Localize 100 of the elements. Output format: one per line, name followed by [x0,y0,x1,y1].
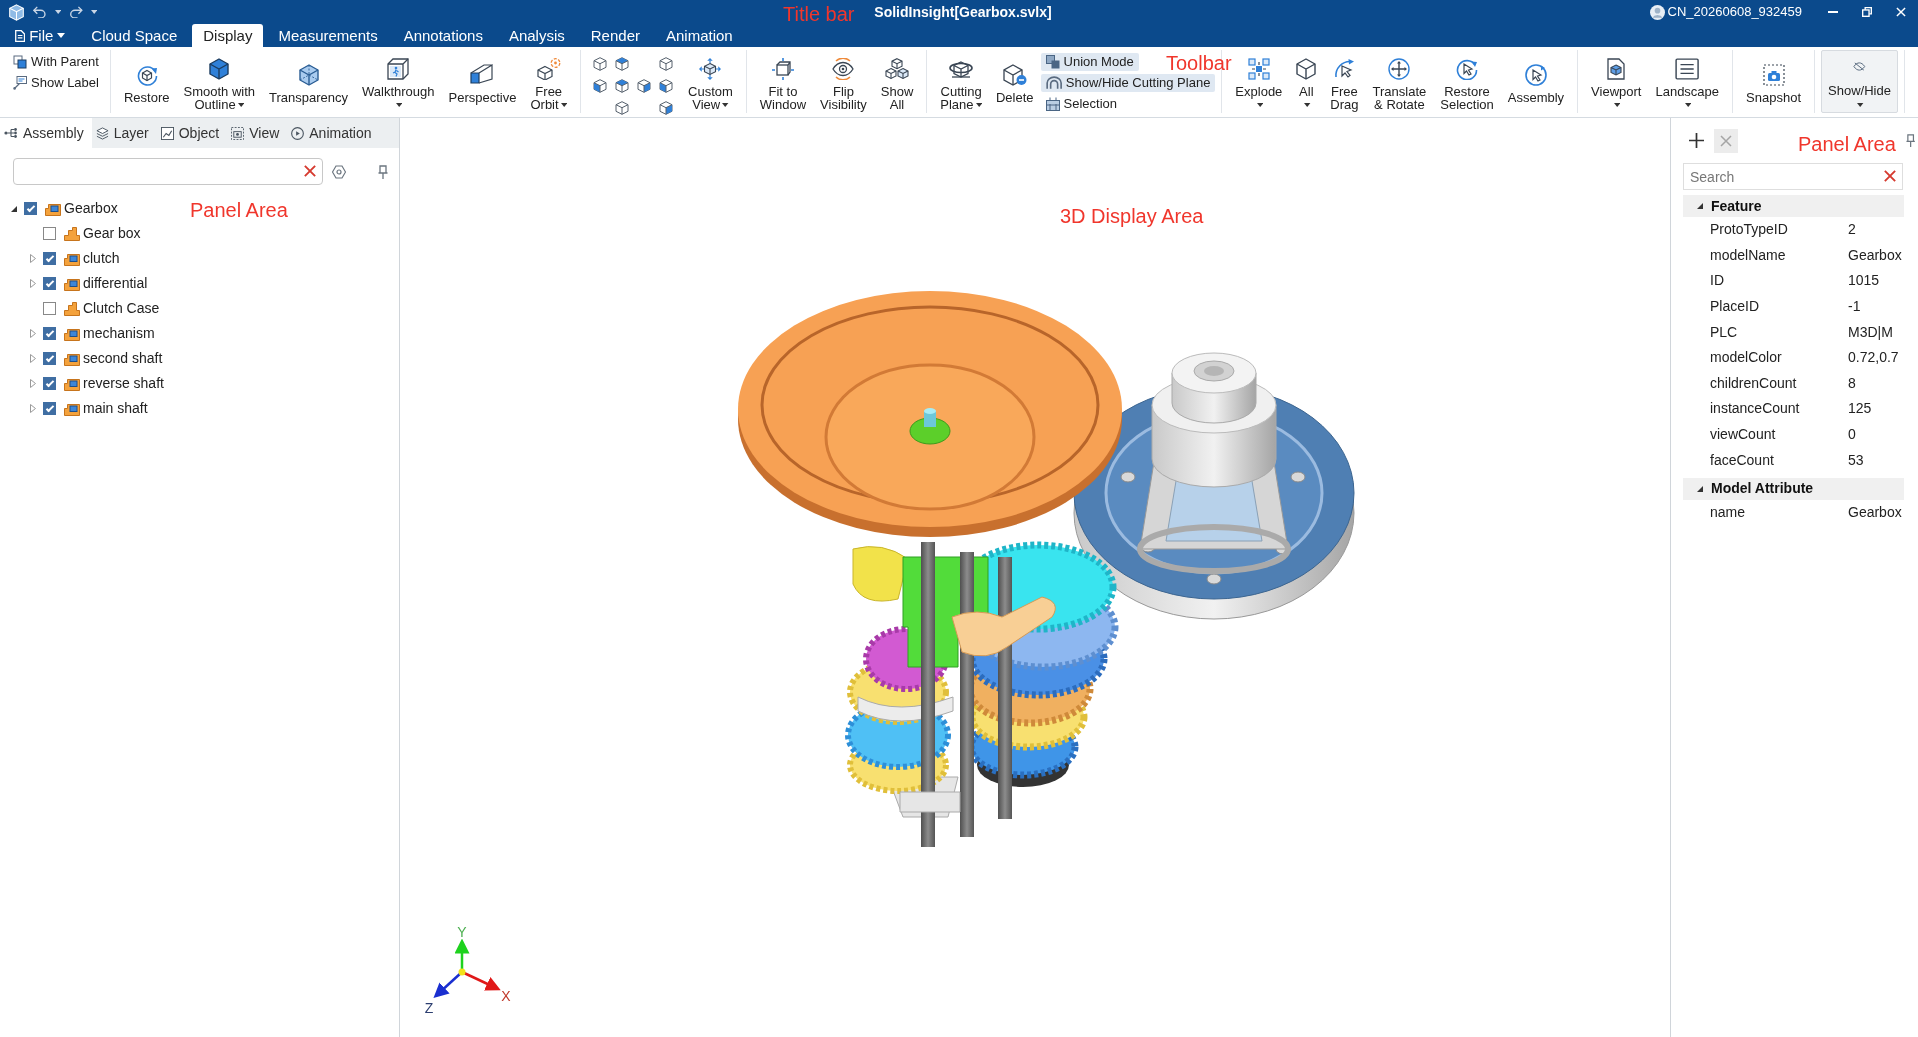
ribbon-tab[interactable]: Annotations [392,24,494,47]
tree-item-label[interactable]: Clutch Case [83,298,160,319]
view-cube-icon[interactable] [637,79,651,93]
assembly-icon [64,376,80,391]
tree-item-label[interactable]: differential [83,273,148,294]
expand-arrow-icon[interactable] [30,379,36,388]
file-menu[interactable]: File [4,24,77,47]
toolbar-button[interactable]: Landscape [1648,50,1727,113]
property-value: 0.72,0.7 [1848,348,1899,368]
expand-arrow-icon[interactable] [30,254,36,263]
ribbon-tab[interactable]: Render [579,24,651,47]
caret-icon[interactable] [54,10,62,14]
search-field[interactable] [13,158,323,185]
view-cube-icon[interactable] [593,57,607,71]
ribbon-tab[interactable]: Cloud Space [80,24,189,47]
toolbar-button[interactable]: Free Orbit [523,50,574,113]
checkbox[interactable] [43,277,56,290]
toolbar-button[interactable]: Custom View [681,50,740,113]
ribbon-tab[interactable]: Display [192,24,264,47]
toolbar-button[interactable]: Perspective [441,50,524,113]
toolbar-button[interactable]: With Parent [8,53,104,71]
app-logo-icon[interactable] [8,3,25,21]
toolbar-button[interactable]: Delete [988,50,1041,113]
pin-icon[interactable] [378,164,388,179]
property-name: name [1709,503,1747,523]
collapse-arrow-icon[interactable] [11,205,17,212]
checkbox[interactable] [24,202,37,215]
checkbox[interactable] [43,352,56,365]
toolbar-button[interactable]: Assembly [1500,50,1572,113]
pin-icon[interactable] [1905,134,1915,147]
toolbar-button[interactable]: Viewport [1584,50,1649,113]
add-icon[interactable] [1689,133,1704,148]
toolbar-button[interactable]: Union Mode [1040,53,1139,71]
checkbox[interactable] [43,227,56,240]
toolbar-button[interactable]: All [1289,50,1324,113]
toolbar-button[interactable]: Restore [116,50,177,113]
tree-item-label[interactable]: reverse shaft [83,373,164,394]
checkbox[interactable] [43,402,56,415]
toolbar-button[interactable]: Show/Hide Cutting Plane [1040,74,1216,92]
toolbar-button[interactable]: Show Label [8,74,104,92]
tree-item-label[interactable]: mechanism [83,323,155,344]
toolbar-button[interactable]: Show All [873,50,921,113]
ribbon-tab[interactable]: Animation [654,24,744,47]
property-name: ID [1709,271,1725,291]
annotation-label: Toolbar [1166,53,1232,73]
toolbar-button[interactable]: Cutting Plane [933,50,989,113]
view-cube-icon[interactable] [659,101,673,115]
panel-tab[interactable]: Assembly [0,118,92,148]
ribbon-tab[interactable]: Measurements [267,24,389,47]
toolbar-button[interactable]: Translate & Rotate [1365,50,1434,113]
hexagon-icon[interactable] [332,164,346,179]
panel-tab[interactable]: Object [156,118,228,148]
tree-item-label[interactable]: Gearbox [64,198,118,219]
toolbar-button[interactable]: Smooth with Outline [176,50,263,113]
view-cube-icon[interactable] [615,79,629,93]
toolbar-button[interactable]: Fit to Window [752,50,814,113]
checkbox[interactable] [43,252,56,265]
axis-label: X [501,988,511,1004]
view-cube-icon[interactable] [659,79,673,93]
caret-icon[interactable] [90,10,98,14]
property-value: 0 [1848,425,1856,445]
checkbox[interactable] [43,302,56,315]
toolbar-button[interactable]: Flip Visibility [813,50,874,113]
ribbon-tab[interactable]: Analysis [497,24,576,47]
panel-tab[interactable]: Animation [287,118,380,148]
user-account-button[interactable]: CN_20260608_932459 [1649,2,1816,22]
toolbar-button[interactable]: Restore Selection [1433,50,1501,113]
toolbar-button[interactable]: Snapshot [1739,50,1808,113]
search-field[interactable]: Search [1683,163,1903,190]
toolbar-button[interactable]: Transparency [262,50,356,113]
section-header[interactable]: Model Attribute [1683,477,1904,500]
expand-arrow-icon[interactable] [30,279,36,288]
toolbar-button[interactable]: Show/Hide [1821,50,1898,113]
checkbox[interactable] [43,327,56,340]
toolbar-button[interactable]: Free Drag [1323,50,1366,113]
panel-tab[interactable]: View [227,118,288,148]
view-cube-icon[interactable] [615,57,629,71]
view-cube-icon[interactable] [593,79,607,93]
close-icon[interactable] [1896,7,1906,17]
tree-item-label[interactable]: main shaft [83,398,148,419]
tree-item-label[interactable]: Gear box [83,223,141,244]
view-cube-icon[interactable] [659,57,673,71]
checkbox[interactable] [43,377,56,390]
expand-arrow-icon[interactable] [30,404,36,413]
redo-icon[interactable] [69,6,83,18]
layers-icon [95,126,109,140]
clear-icon[interactable] [304,165,316,177]
undo-icon[interactable] [33,6,47,18]
tree-item-label[interactable]: second shaft [83,348,163,369]
property-value: 53 [1848,450,1864,470]
restore-window-icon[interactable] [1862,7,1872,17]
expand-arrow-icon[interactable] [30,354,36,363]
expand-arrow-icon[interactable] [30,329,36,338]
toolbar-button[interactable]: Walkthrough [355,50,442,113]
view-cube-icon[interactable] [615,101,629,115]
tree-item-label[interactable]: clutch [83,248,120,269]
toolbar-button[interactable]: Selection [1040,95,1122,113]
clear-icon[interactable] [1884,170,1896,182]
panel-tab[interactable]: Layer [91,118,157,148]
section-header[interactable]: Feature [1683,195,1904,217]
